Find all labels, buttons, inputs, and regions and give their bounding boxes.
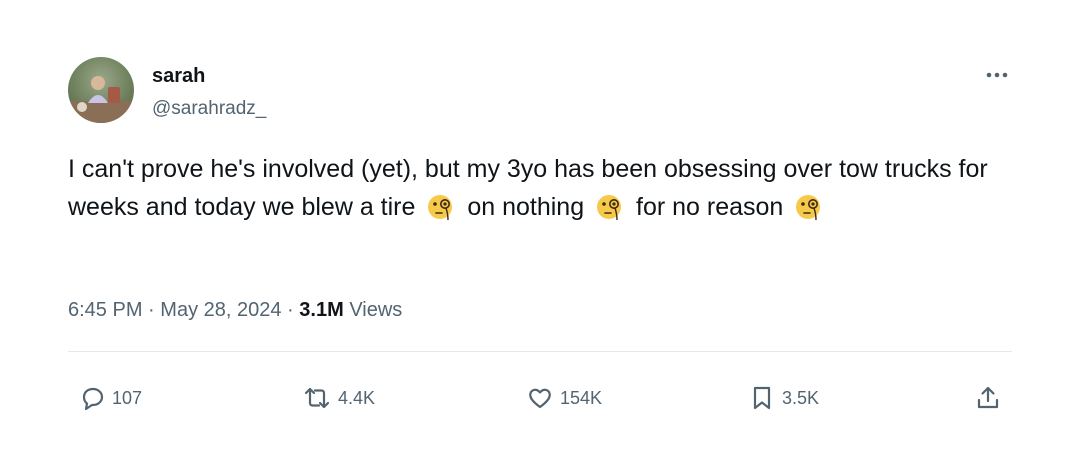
tweet-text: I can't prove he's involved (yet), but m…: [68, 150, 1013, 226]
tweet-card: sarah @sarahradz_ I can't prove he's inv…: [48, 42, 1032, 427]
face-with-monocle-icon: [428, 195, 453, 221]
avatar[interactable]: [68, 57, 134, 123]
tweet-meta: 6:45 PM · May 28, 2024 · 3.1M Views: [68, 298, 402, 322]
reply-button[interactable]: 107: [78, 380, 142, 416]
reply-icon: [82, 387, 104, 411]
tweet-date[interactable]: May 28, 2024: [160, 299, 281, 321]
share-icon: [977, 386, 999, 409]
tweet-text-segment: for no reason: [636, 193, 784, 221]
reply-count: 107: [112, 387, 143, 408]
bookmark-count: 3.5K: [782, 387, 820, 408]
views-count: 3.1M: [299, 299, 344, 321]
user-handle[interactable]: @sarahradz_: [152, 97, 266, 121]
bookmark-icon: [753, 386, 771, 410]
share-button[interactable]: [974, 380, 1008, 416]
meta-separator: ·: [287, 299, 294, 321]
face-with-monocle-icon: [796, 195, 821, 221]
repost-button[interactable]: 4.4K: [302, 380, 375, 416]
views-label: Views: [349, 299, 403, 321]
meta-separator: ·: [148, 299, 155, 321]
tweet-text-segment: on nothing: [467, 193, 585, 221]
tweet-time[interactable]: 6:45 PM: [68, 299, 142, 321]
face-with-monocle-icon: [597, 195, 622, 221]
bookmark-button[interactable]: 3.5K: [748, 380, 819, 416]
like-count: 154K: [560, 387, 603, 408]
more-options-icon[interactable]: [984, 68, 1010, 82]
repost-count: 4.4K: [338, 387, 376, 408]
like-button[interactable]: 154K: [526, 380, 602, 416]
heart-icon: [529, 388, 551, 409]
divider: [68, 351, 1012, 352]
action-bar: 107 4.4K 154K 3.5K: [68, 380, 1012, 416]
profile-photo-icon: [68, 76, 134, 123]
display-name[interactable]: sarah: [152, 64, 205, 88]
repost-icon: [304, 387, 330, 409]
